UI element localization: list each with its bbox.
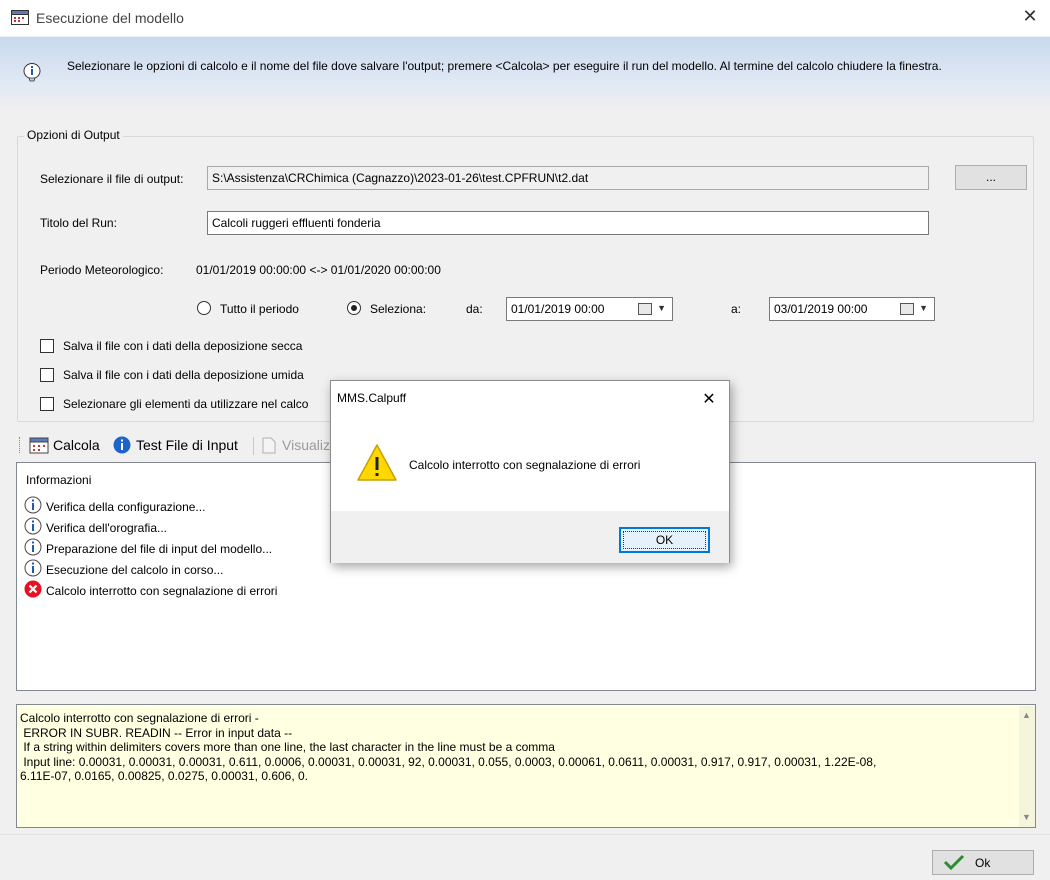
info-icon bbox=[24, 538, 42, 556]
error-log-textarea[interactable]: Calcolo interrotto con segnalazione di e… bbox=[16, 704, 1036, 828]
checkmark-icon bbox=[943, 854, 965, 871]
info-icon bbox=[113, 436, 131, 454]
close-icon[interactable]: ✕ bbox=[697, 387, 721, 411]
calendar-icon bbox=[29, 436, 49, 454]
checkbox-dry-deposition-label: Salva il file con i dati della deposizio… bbox=[63, 339, 303, 353]
calendar-icon bbox=[638, 303, 652, 315]
info-icon bbox=[24, 496, 42, 514]
checkbox-wet-deposition[interactable] bbox=[40, 368, 54, 382]
info-icon bbox=[24, 559, 42, 577]
error-log-text: Calcolo interrotto con segnalazione di e… bbox=[20, 711, 877, 783]
chevron-down-icon: ▼ bbox=[919, 303, 928, 313]
checkbox-dry-deposition[interactable] bbox=[40, 339, 54, 353]
from-date-value: 01/01/2019 00:00 bbox=[511, 302, 605, 316]
radio-select-period[interactable] bbox=[347, 301, 361, 315]
warning-icon bbox=[356, 443, 398, 483]
message-box-title: MMS.Calpuff bbox=[337, 391, 407, 405]
scroll-up-icon[interactable]: ▲ bbox=[1022, 710, 1031, 720]
calendar-app-icon bbox=[11, 9, 29, 25]
to-date-value: 03/01/2019 00:00 bbox=[774, 302, 868, 316]
radio-all-period[interactable] bbox=[197, 301, 211, 315]
group-legend: Opzioni di Output bbox=[24, 128, 123, 142]
info-bulb-icon bbox=[22, 62, 42, 82]
scroll-down-icon[interactable]: ▼ bbox=[1022, 812, 1031, 822]
list-item: Verifica della configurazione... bbox=[46, 500, 206, 514]
run-title-label: Titolo del Run: bbox=[40, 216, 117, 230]
info-banner: Selezionare le opzioni di calcolo e il n… bbox=[0, 37, 1050, 110]
radio-all-label: Tutto il periodo bbox=[220, 302, 299, 316]
test-file-button[interactable]: Test File di Input bbox=[136, 437, 238, 453]
list-item: Esecuzione del calcolo in corso... bbox=[46, 563, 224, 577]
output-file-label: Selezionare il file di output: bbox=[40, 172, 184, 186]
toolbar-separator bbox=[253, 437, 254, 455]
output-file-field[interactable]: S:\Assistenza\CRChimica (Cagnazzo)\2023-… bbox=[207, 166, 929, 190]
to-date-picker[interactable]: 03/01/2019 00:00 ▼ bbox=[769, 297, 935, 321]
message-ok-button[interactable]: OK bbox=[619, 527, 710, 553]
bottom-bar: Ok bbox=[0, 834, 1050, 880]
browse-button[interactable]: ... bbox=[955, 165, 1027, 190]
document-icon bbox=[262, 437, 276, 454]
info-icon bbox=[24, 517, 42, 535]
toolbar-grip[interactable] bbox=[19, 437, 22, 453]
list-item: Preparazione del file di input del model… bbox=[46, 542, 273, 556]
run-title-input[interactable]: Calcoli ruggeri effluenti fonderia bbox=[207, 211, 929, 235]
message-text: Calcolo interrotto con segnalazione di e… bbox=[409, 458, 641, 472]
ok-button-label: Ok bbox=[975, 856, 991, 870]
error-icon bbox=[24, 580, 42, 598]
message-box: MMS.Calpuff ✕ Calcolo interrotto con seg… bbox=[330, 380, 730, 563]
calendar-icon bbox=[900, 303, 914, 315]
from-label: da: bbox=[466, 302, 483, 316]
message-ok-label: OK bbox=[655, 533, 674, 547]
banner-text: Selezionare le opzioni di calcolo e il n… bbox=[67, 59, 942, 73]
chevron-down-icon: ▼ bbox=[657, 303, 666, 313]
title-bar: Esecuzione del modello ✕ bbox=[0, 0, 1050, 36]
visualizza-button[interactable]: Visualiz bbox=[282, 437, 330, 453]
radio-select-label: Seleziona: bbox=[370, 302, 427, 316]
info-header: Informazioni bbox=[26, 473, 92, 487]
scrollbar[interactable]: ▲ ▼ bbox=[1019, 706, 1035, 827]
calcola-button[interactable]: Calcola bbox=[53, 437, 100, 453]
period-value: 01/01/2019 00:00:00 <-> 01/01/2020 00:00… bbox=[196, 263, 441, 277]
ok-button[interactable]: Ok bbox=[932, 850, 1034, 875]
list-item: Calcolo interrotto con segnalazione di e… bbox=[46, 584, 278, 598]
close-icon[interactable]: ✕ bbox=[1018, 5, 1042, 29]
list-item: Verifica dell'orografia... bbox=[46, 521, 168, 535]
checkbox-select-elements[interactable] bbox=[40, 397, 54, 411]
window-title: Esecuzione del modello bbox=[36, 10, 184, 26]
period-label: Periodo Meteorologico: bbox=[40, 263, 164, 277]
checkbox-select-elements-label: Selezionare gli elementi da utilizzare n… bbox=[63, 397, 309, 411]
to-label: a: bbox=[731, 302, 742, 316]
checkbox-wet-deposition-label: Salva il file con i dati della deposizio… bbox=[63, 368, 304, 382]
from-date-picker[interactable]: 01/01/2019 00:00 ▼ bbox=[506, 297, 673, 321]
